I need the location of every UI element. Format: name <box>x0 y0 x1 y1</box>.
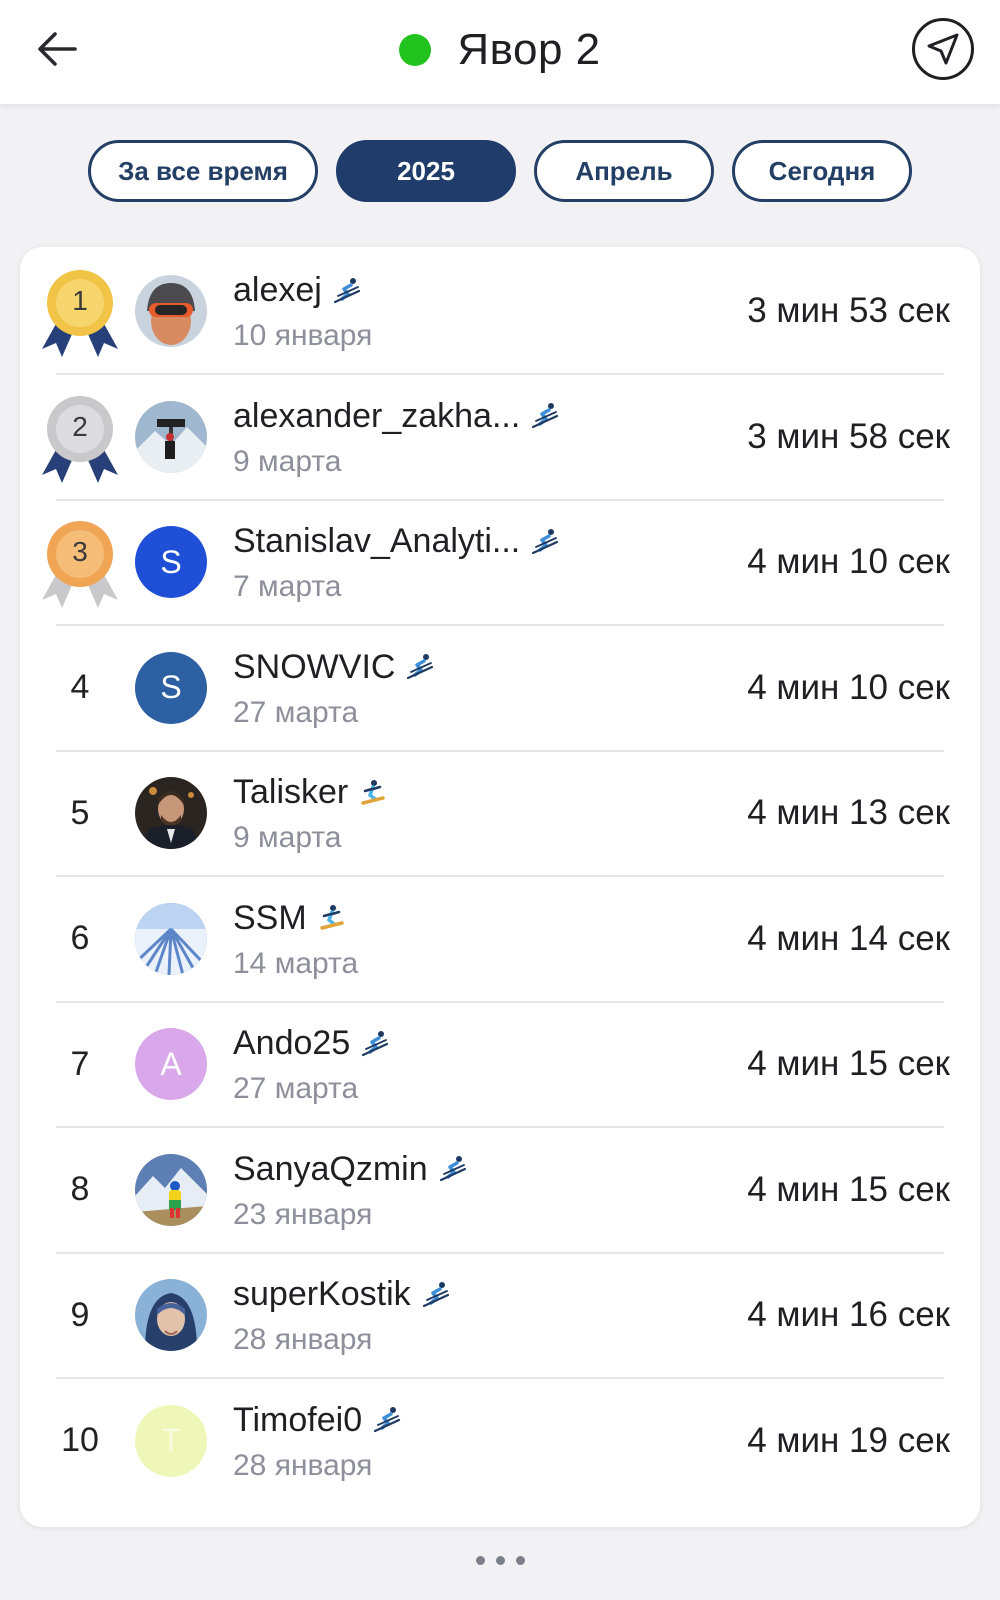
avatar <box>135 400 207 473</box>
avatar <box>135 902 207 975</box>
silver-medal-icon: 2 <box>40 393 120 483</box>
rank-number: 4 <box>70 668 90 706</box>
avatar <box>135 1279 207 1351</box>
run-date: 27 марта <box>233 695 359 729</box>
leaderboard-card: 1 alexej 10 января 3 мин 53 сек 2 alexander_z… <box>20 247 980 1527</box>
leaderboard-row[interactable]: 7 A Ando25 27 марта 4 мин 15 сек <box>20 1000 980 1128</box>
run-time: 3 мин 53 сек <box>747 291 950 330</box>
navigation-arrow-icon <box>927 33 959 65</box>
avatar-initial: S <box>160 543 182 580</box>
user-name: alexander_zakha... <box>233 396 521 435</box>
skier-icon <box>374 1407 401 1433</box>
rank-number: 2 <box>72 410 88 442</box>
user-name: superKostik <box>233 1275 411 1313</box>
snowboarder-icon <box>361 779 385 805</box>
run-date: 9 марта <box>233 821 342 854</box>
user-name: SNOWVIC <box>233 647 396 686</box>
avatar: T <box>135 1404 207 1477</box>
status-dot <box>399 34 432 66</box>
leaderboard-row[interactable]: 10 T Timofei0 28 января 4 мин 19 сек <box>20 1377 980 1505</box>
snowboarder-icon <box>319 905 344 930</box>
skier-icon <box>362 1030 389 1056</box>
filter-today[interactable]: Сегодня <box>732 140 912 202</box>
filter-year[interactable]: 2025 <box>336 140 516 202</box>
filter-month[interactable]: Апрель <box>534 140 714 202</box>
rank-number: 8 <box>70 1170 90 1208</box>
user-name: SSM <box>233 898 307 937</box>
back-button[interactable] <box>28 20 86 78</box>
leaderboard-row[interactable]: 3 S Stanislav_Analyti... 7 марта 4 мин 10 се… <box>20 498 980 626</box>
rank-number: 10 <box>61 1421 99 1459</box>
leaderboard-row[interactable]: 1 alexej 10 января 3 мин 53 сек <box>20 247 980 375</box>
run-time: 4 мин 15 сек <box>747 1169 950 1209</box>
leaderboard-row[interactable]: 4 S SNOWVIC 27 марта 4 мин 10 сек <box>20 624 980 752</box>
user-name: Ando25 <box>233 1024 351 1062</box>
run-time: 4 мин 16 сек <box>747 1295 950 1334</box>
bronze-medal-icon: 3 <box>40 518 120 608</box>
leaderboard-row[interactable]: 2 alexander_zakha... 9 марта 3 мин 58 сек <box>20 373 980 501</box>
gold-medal-icon: 1 <box>40 267 120 357</box>
run-time: 3 мин 58 сек <box>747 416 950 456</box>
avatar: A <box>135 1028 207 1100</box>
page-title: Явор 2 <box>457 25 601 74</box>
avatar <box>135 777 207 849</box>
avatar-initial: S <box>160 669 182 705</box>
avatar: S <box>135 526 207 598</box>
leaderboard-row[interactable]: 5 Talisker 9 марта 4 мин 13 сек <box>20 749 980 877</box>
avatar-initial: A <box>160 1045 182 1082</box>
rank-number: 7 <box>70 1044 90 1083</box>
run-time: 4 мин 10 сек <box>747 542 950 581</box>
skier-icon <box>532 403 559 429</box>
leaderboard-row[interactable]: 8 SanyaQzmin 23 января 4 мин 15 сек <box>20 1126 980 1254</box>
arrow-left-icon <box>38 32 77 66</box>
skier-icon <box>422 1281 449 1307</box>
skier-icon <box>532 528 559 554</box>
navigate-button[interactable] <box>912 18 974 80</box>
avatar <box>135 1153 207 1226</box>
run-date: 28 января <box>233 1323 373 1356</box>
run-date: 28 января <box>233 1448 373 1482</box>
user-name: Stanislav_Analyti... <box>233 522 521 560</box>
skier-icon <box>439 1156 466 1182</box>
rank-number: 1 <box>72 285 88 316</box>
leaderboard-row[interactable]: 6 SSM 14 марта 4 мин 14 сек <box>20 875 980 1003</box>
rank-number: 6 <box>70 919 90 957</box>
skier-icon <box>333 277 360 303</box>
rank-number: 5 <box>70 793 90 832</box>
run-date: 7 марта <box>233 570 342 603</box>
run-time: 4 мин 14 сек <box>747 918 950 958</box>
user-name: alexej <box>233 271 322 309</box>
top-bar: Явор 2 <box>0 0 1000 104</box>
run-date: 27 марта <box>233 1072 359 1105</box>
rank-number: 3 <box>72 536 88 567</box>
run-date: 9 марта <box>233 444 342 478</box>
run-date: 10 января <box>233 319 373 352</box>
skier-icon <box>407 654 434 680</box>
run-date: 14 марта <box>233 946 359 980</box>
avatar <box>135 275 207 347</box>
run-time: 4 мин 19 сек <box>747 1420 950 1460</box>
period-filter-bar: За все время 2025 Апрель Сегодня <box>0 140 1000 202</box>
avatar-initial: T <box>161 1422 181 1458</box>
run-date: 23 января <box>233 1197 373 1231</box>
avatar: S <box>135 651 207 724</box>
run-time: 4 мин 15 сек <box>747 1044 950 1083</box>
user-name: Timofei0 <box>233 1400 363 1439</box>
run-time: 4 мин 13 сек <box>747 793 950 832</box>
more-dots-icon[interactable] <box>475 1550 525 1570</box>
user-name: SanyaQzmin <box>233 1149 428 1188</box>
leaderboard-row[interactable]: 9 superKostik 28 января 4 мин 16 сек <box>20 1251 980 1379</box>
filter-all-time[interactable]: За все время <box>88 140 318 202</box>
rank-number: 9 <box>70 1295 90 1334</box>
user-name: Talisker <box>233 773 349 811</box>
run-time: 4 мин 10 сек <box>747 667 950 707</box>
